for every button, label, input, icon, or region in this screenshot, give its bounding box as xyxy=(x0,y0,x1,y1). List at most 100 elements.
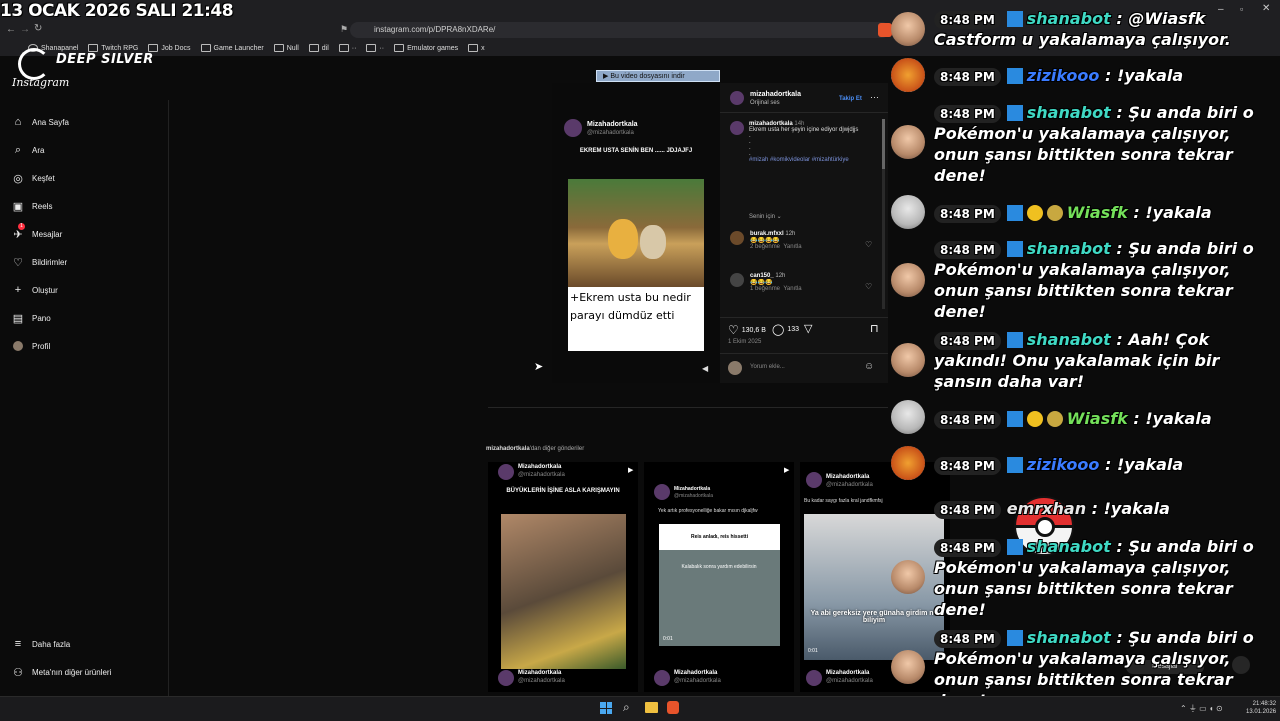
video-caption-card: +Ekrem usta bu nedir parayı dümdüz etti xyxy=(568,287,704,351)
bot-badge-icon xyxy=(1006,457,1023,473)
avatar xyxy=(498,464,514,480)
clock[interactable]: 21:48:32 13.01.2026 xyxy=(1246,700,1276,716)
more-post-thumbnail[interactable]: Mizahadortkala @mizahadortkala ▶ BÜYÜKLE… xyxy=(488,462,638,692)
post-details-panel: mizahadortkala Orijinal ses Takip Et ⋯ m… xyxy=(720,83,888,383)
nav-create[interactable]: + Oluştur xyxy=(12,284,58,296)
caption-avatar xyxy=(730,121,744,135)
nav-messages[interactable]: ✈ 1 Mesajlar xyxy=(12,223,62,241)
url-bar[interactable]: instagram.com/p/DPRA8nXDARe/ xyxy=(350,22,890,38)
comment: can150_ 12h 😂😂😂 1 beğenme Yanıtla xyxy=(750,273,802,292)
zizikooo-avatar xyxy=(891,58,925,92)
coin-badge-icon xyxy=(1026,411,1043,427)
chat-message: 8:48 PM shanabot : Şu anda biri o Pokémon… xyxy=(934,239,1254,321)
creature-badge-icon xyxy=(1046,411,1063,427)
compass-icon: ◎ xyxy=(13,172,23,185)
bookmark-item[interactable]: Game Launcher xyxy=(200,42,264,54)
url-text: instagram.com/p/DPRA8nXDARe/ xyxy=(374,25,496,34)
download-video-banner[interactable]: ▶ Bu video dosyasını indir xyxy=(596,70,720,82)
back-icon[interactable]: ← xyxy=(6,24,16,35)
more-post-thumbnail[interactable]: Mizahadortkala @mizahadortkala Bu kadar … xyxy=(800,462,950,692)
chat-message: 8:48 PM Wiasfk : !yakala xyxy=(934,408,1264,429)
coin-badge-icon xyxy=(1026,205,1043,221)
chat-message: 8:48 PM emrxhan : !yakala xyxy=(934,498,1264,519)
thumbnail-image: Ya abi gereksiz yere günaha girdim ne bi… xyxy=(804,514,944,660)
nav-reels[interactable]: ▣ Reels xyxy=(12,200,53,213)
more-options-icon[interactable]: ⋯ xyxy=(870,92,879,103)
comment-input[interactable]: Yorum ekle... xyxy=(750,364,785,370)
bookmark-item[interactable]: Emulator games xyxy=(394,42,458,54)
heart-icon[interactable]: ♡ xyxy=(728,323,739,337)
divider xyxy=(720,112,888,113)
datetime-overlay: 13 OCAK 2026 SALI 21:48 xyxy=(0,1,234,21)
divider xyxy=(488,407,888,408)
nav-profile[interactable]: Profil xyxy=(12,340,50,352)
bot-badge-icon xyxy=(1006,11,1023,27)
emoji-icon[interactable]: ☺ xyxy=(864,361,874,372)
like-comment-icon[interactable]: ♡ xyxy=(865,240,872,249)
video-handle: @mizahadortkala xyxy=(587,130,634,136)
chat-message: 8:48 PM shanabot : @Wiasfk Castform u yak… xyxy=(934,9,1231,49)
avatar xyxy=(806,472,822,488)
nav-explore[interactable]: ◎ Keşfet xyxy=(12,172,55,185)
avatar xyxy=(654,670,670,686)
author-name[interactable]: mizahadortkala xyxy=(750,91,801,98)
bookmark-item[interactable]: ·· xyxy=(366,42,384,54)
post-video[interactable]: Mizahadortkala @mizahadortkala EKREM UST… xyxy=(552,83,720,383)
forward-icon[interactable]: → xyxy=(20,24,30,35)
search-icon[interactable]: ⌕ xyxy=(623,700,630,715)
brave-browser-icon[interactable] xyxy=(667,701,679,714)
shanabot-avatar xyxy=(891,263,925,297)
likes-count[interactable]: ♡ 130,6 B xyxy=(728,323,766,337)
nav-notifications[interactable]: ♡ Bildirimler xyxy=(12,256,67,269)
nav-search[interactable]: ⌕ Ara xyxy=(12,143,45,156)
comments-count[interactable]: ◯ 133 xyxy=(772,323,799,336)
avatar xyxy=(498,670,514,686)
nav-meta-products[interactable]: ⚇ Meta'nın diğer ürünleri xyxy=(12,666,111,679)
reload-icon[interactable]: ↻ xyxy=(34,23,42,34)
nav-dashboard[interactable]: ▤ Pano xyxy=(12,312,51,325)
zizikooo-avatar xyxy=(891,446,925,480)
mute-icon[interactable]: ◀ xyxy=(702,364,708,373)
comment-icon[interactable]: ◯ xyxy=(772,323,784,336)
follow-button[interactable]: Takip Et xyxy=(839,96,862,102)
chat-message: 8:48 PM zizikooo : !yakala xyxy=(934,65,1264,86)
scrollbar[interactable] xyxy=(882,119,885,309)
chat-message: 8:48 PM shanabot : Aah! Çok yakındı! Onu … xyxy=(934,330,1220,391)
search-icon: ⌕ xyxy=(14,143,22,156)
more-post-thumbnail[interactable]: ▶ Mizahadortkala @mizahadortkala Yek art… xyxy=(644,462,794,692)
bookmark-item[interactable]: Null xyxy=(273,42,299,54)
brave-shield-icon[interactable] xyxy=(878,23,892,37)
nav-home[interactable]: ⌂ Ana Sayfa xyxy=(12,116,69,128)
tray-icons[interactable]: ⌃ ⏚ ▭ ◖ ⊙ xyxy=(1180,703,1223,714)
video-icon: ▶ xyxy=(628,467,634,474)
chat-message: 8:48 PM shanabot : Şu anda biri o Pokémon… xyxy=(934,103,1254,185)
mouse-cursor-icon: ➤ xyxy=(534,361,544,373)
instagram-logo[interactable]: Instagram xyxy=(12,76,69,89)
nav-more[interactable]: ≡ Daha fazla xyxy=(12,638,70,650)
bookmark-icon[interactable]: ⚑ xyxy=(340,24,348,35)
divider xyxy=(720,317,888,318)
comment-avatar xyxy=(730,231,744,245)
menu-icon: ≡ xyxy=(14,638,22,650)
home-icon: ⌂ xyxy=(14,116,22,128)
file-explorer-icon[interactable] xyxy=(645,702,658,713)
bookmark-item[interactable]: x xyxy=(468,42,485,54)
plus-icon: + xyxy=(14,284,22,296)
shanabot-avatar xyxy=(891,650,925,684)
author-avatar[interactable] xyxy=(730,91,744,105)
sound-label[interactable]: Orijinal ses xyxy=(750,100,780,106)
bookmark-item[interactable]: dil xyxy=(308,42,329,54)
bot-badge-icon xyxy=(1006,332,1023,348)
bot-badge-icon xyxy=(1006,539,1023,555)
share-icon[interactable]: ▽ xyxy=(804,322,812,335)
like-comment-icon[interactable]: ♡ xyxy=(865,282,872,291)
chat-message: 8:48 PM zizikooo : !yakala xyxy=(934,454,1264,475)
chat-message: 8:48 PM Wiasfk : !yakala xyxy=(934,202,1264,223)
bookmark-item[interactable]: ·· xyxy=(338,42,356,54)
for-you-dropdown[interactable]: Senin için ⌄ xyxy=(749,213,782,220)
caption-block: mizahadortkala 14h Ekrem usta her şeyin … xyxy=(749,121,859,163)
save-icon[interactable]: ⊓ xyxy=(870,322,879,335)
chat-message: 8:48 PM shanabot : Şu anda biri o Pokémon… xyxy=(934,537,1254,619)
profile-icon xyxy=(12,340,24,352)
windows-start-icon[interactable] xyxy=(600,702,612,714)
